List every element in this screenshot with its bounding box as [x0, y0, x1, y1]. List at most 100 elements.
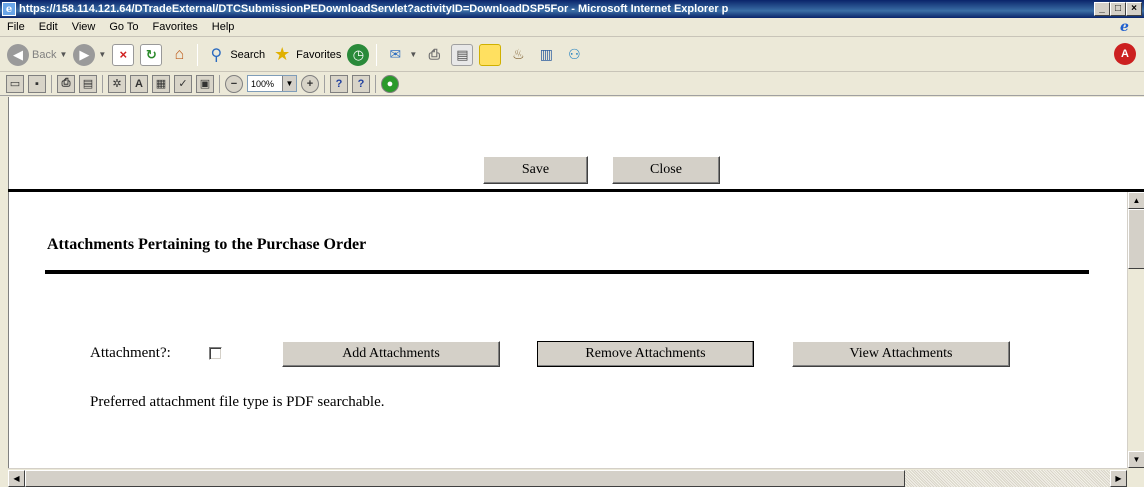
scroll-right-icon[interactable]: ▶	[1110, 470, 1127, 487]
find-icon[interactable]: ▣	[196, 74, 214, 93]
window-left-edge	[0, 97, 8, 487]
home-button[interactable]: ⌂	[165, 42, 193, 68]
standard-toolbar: ◀ Back ▼ ▶ ▼ × ↻ ⌂ ⚲ Search ★ Favorites …	[0, 38, 1144, 72]
edit-button[interactable]: ▤	[448, 42, 476, 68]
online-status-icon[interactable]: ●	[381, 74, 399, 93]
page-setup-icon[interactable]: ▤	[79, 74, 97, 93]
section-divider	[45, 270, 1089, 274]
people-icon: ⚇	[568, 46, 581, 62]
open-folder-icon[interactable]: ▭	[6, 74, 24, 93]
minimize-button[interactable]: _	[1094, 2, 1110, 16]
zoom-value: 100%	[251, 78, 275, 89]
zoom-out-icon[interactable]: −	[225, 74, 243, 93]
home-icon: ⌂	[174, 45, 185, 63]
menu-favorites[interactable]: Favorites	[146, 21, 205, 33]
refresh-icon: ↻	[140, 43, 163, 66]
settings-gear-icon[interactable]: ✲	[108, 74, 126, 93]
menu-bar: File Edit View Go To Favorites Help e	[0, 18, 1144, 37]
print-icon[interactable]: ⎙	[57, 74, 75, 93]
notes-button[interactable]	[476, 42, 504, 68]
menu-file[interactable]: File	[0, 21, 32, 33]
add-attachments-button[interactable]: Add Attachments	[282, 341, 500, 367]
spell-check-icon[interactable]: ✓	[174, 74, 192, 93]
menu-view[interactable]: View	[65, 21, 103, 33]
messenger-button[interactable]: ♨	[504, 42, 532, 68]
attachment-label: Attachment?:	[90, 345, 171, 361]
menu-edit[interactable]: Edit	[32, 21, 65, 33]
mail-button[interactable]: ✉ ▼	[381, 42, 420, 68]
main-frame: Attachments Pertaining to the Purchase O…	[8, 192, 1127, 468]
pdf-icon[interactable]: A	[1114, 43, 1136, 65]
save-disk-icon[interactable]: ▪	[28, 74, 46, 93]
chevron-down-icon[interactable]: ▼	[282, 76, 296, 91]
scroll-down-icon[interactable]: ▼	[1128, 451, 1144, 468]
document-icon[interactable]: ▦	[152, 74, 170, 93]
whats-this-icon[interactable]: ?	[330, 74, 348, 93]
refresh-button[interactable]: ↻	[137, 42, 165, 68]
help-icon[interactable]: ?	[352, 74, 370, 93]
mail-dropdown-icon[interactable]: ▼	[409, 50, 417, 59]
search-icon: ⚲	[210, 46, 223, 64]
back-arrow-icon: ◀	[7, 43, 29, 66]
scroll-left-icon[interactable]: ◀	[8, 470, 25, 487]
close-window-button[interactable]: ×	[1126, 2, 1142, 16]
window-title-bar[interactable]: e https://158.114.121.64/DTradeExternal/…	[0, 0, 1144, 18]
remove-attachments-button[interactable]: Remove Attachments	[537, 341, 754, 367]
stop-icon: ×	[112, 43, 135, 66]
document-toolbar: ▭ ▪ ⎙ ▤ ✲ A ▦ ✓ ▣ − 100% ▼ + ? ? ●	[0, 72, 1144, 96]
save-button[interactable]: Save	[483, 156, 588, 184]
doc-toolbar-separator	[51, 74, 52, 93]
forward-dropdown-icon[interactable]: ▼	[98, 50, 106, 59]
resize-grip[interactable]	[1127, 468, 1144, 487]
window-controls: _ □ ×	[1094, 2, 1142, 16]
attachment-checkbox[interactable]	[209, 347, 222, 360]
zoom-select[interactable]: 100% ▼	[247, 75, 297, 92]
vertical-scroll-thumb[interactable]	[1128, 209, 1144, 269]
horizontal-scroll-thumb[interactable]	[25, 470, 905, 487]
windows-logo-icon: e	[1120, 19, 1129, 35]
ie-page-icon: e	[2, 2, 16, 16]
favorites-star-icon: ★	[274, 44, 291, 64]
section-title: Attachments Pertaining to the Purchase O…	[47, 236, 367, 253]
close-button[interactable]: Close	[612, 156, 720, 184]
history-icon: ◷	[347, 43, 370, 66]
vertical-scrollbar[interactable]: ▲ ▼	[1127, 192, 1144, 468]
font-icon[interactable]: A	[130, 74, 148, 93]
menu-go-to[interactable]: Go To	[102, 21, 145, 33]
horizontal-scrollbar[interactable]: ◀ ▶	[8, 468, 1127, 487]
horizontal-scroll-track[interactable]	[905, 470, 1110, 487]
back-label: Back	[32, 48, 57, 61]
window-title: https://158.114.121.64/DTradeExternal/DT…	[19, 3, 729, 15]
favorites-button[interactable]: ★ Favorites	[268, 42, 344, 68]
edit-page-icon: ▤	[451, 43, 474, 66]
print-icon: ⎙	[428, 46, 440, 62]
books-icon: ▥	[539, 46, 553, 62]
mail-icon: ✉	[389, 46, 402, 62]
back-dropdown-icon[interactable]: ▼	[59, 50, 67, 59]
menu-help[interactable]: Help	[205, 21, 242, 33]
forward-button[interactable]: ▶ ▼	[70, 42, 109, 68]
doc-toolbar-separator	[324, 74, 325, 93]
preferred-file-type-note: Preferred attachment file type is PDF se…	[90, 394, 385, 410]
search-button[interactable]: ⚲ Search	[202, 42, 268, 68]
back-button[interactable]: ◀ Back ▼	[4, 42, 70, 68]
coffee-cup-icon: ♨	[512, 46, 525, 62]
doc-toolbar-separator	[375, 74, 376, 93]
toolbar-separator	[197, 43, 199, 66]
scroll-up-icon[interactable]: ▲	[1128, 192, 1144, 209]
sticky-note-icon	[479, 43, 502, 66]
doc-toolbar-separator	[219, 74, 220, 93]
zoom-in-icon[interactable]: +	[301, 74, 319, 93]
maximize-button[interactable]: □	[1110, 2, 1126, 16]
toolbar-separator	[376, 43, 378, 66]
forward-arrow-icon: ▶	[73, 43, 96, 66]
doc-toolbar-separator	[102, 74, 103, 93]
history-button[interactable]: ◷	[344, 42, 372, 68]
contacts-button[interactable]: ⚇	[560, 42, 588, 68]
research-button[interactable]: ▥	[532, 42, 560, 68]
top-frame: Save Close	[8, 97, 1144, 191]
print-button[interactable]: ⎙	[420, 42, 448, 68]
view-attachments-button[interactable]: View Attachments	[792, 341, 1010, 367]
search-label: Search	[230, 48, 266, 61]
stop-button[interactable]: ×	[109, 42, 137, 68]
